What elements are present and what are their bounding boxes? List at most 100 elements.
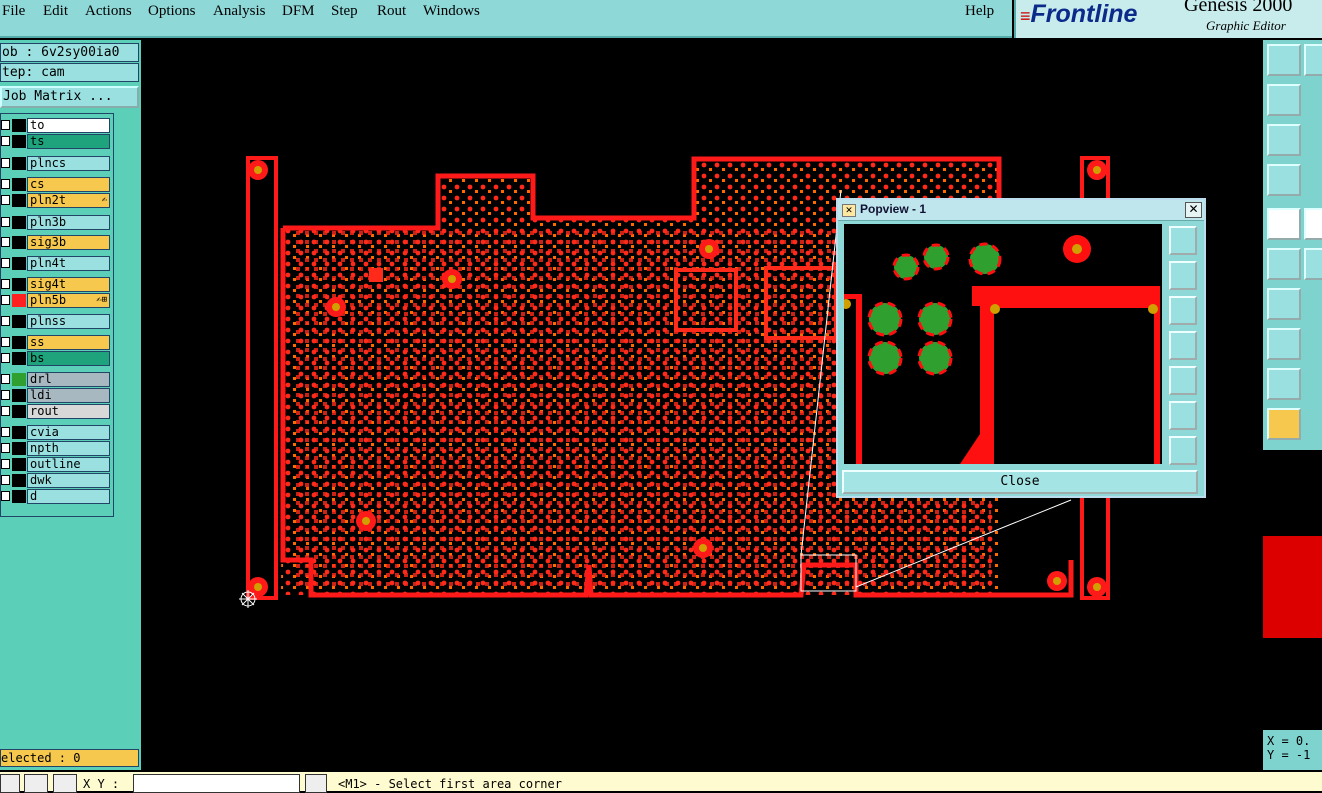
layer-checkbox[interactable]	[1, 406, 10, 416]
layer-name[interactable]: pln5b ✍⊞	[27, 293, 110, 308]
layer-row-plnss[interactable]: plnss	[1, 314, 113, 329]
menu-rout[interactable]: Rout	[377, 3, 406, 20]
layer-name[interactable]: cvia	[27, 425, 110, 440]
popview-canvas[interactable]	[844, 224, 1162, 464]
layer-color-swatch[interactable]	[12, 474, 26, 487]
layer-color-swatch[interactable]	[12, 135, 26, 148]
layer-checkbox[interactable]	[1, 195, 10, 205]
grid-toggle-icon[interactable]	[53, 774, 77, 793]
layer-row-ss[interactable]: ss	[1, 335, 113, 350]
layer-row-plncs[interactable]: plncs	[1, 156, 113, 171]
layer-name[interactable]: pln4t	[27, 256, 110, 271]
layer-checkbox[interactable]	[1, 279, 10, 289]
layer-name[interactable]: to	[27, 118, 110, 133]
layer-color-swatch[interactable]	[12, 157, 26, 170]
layer-color-swatch[interactable]	[12, 194, 26, 207]
xy-input[interactable]	[133, 774, 300, 793]
layer-row-outline[interactable]: outline	[1, 457, 113, 472]
layer-row-pln3b[interactable]: pln3b	[1, 215, 113, 230]
layer-row-dwk[interactable]: dwk	[1, 473, 113, 488]
menu-help[interactable]: Help	[965, 3, 994, 20]
layer-color-swatch[interactable]	[12, 389, 26, 402]
layer-name[interactable]: ts	[27, 134, 110, 149]
zoom-window-icon[interactable]	[1304, 44, 1322, 76]
layer-color-swatch[interactable]	[12, 278, 26, 291]
layer-row-d[interactable]: d	[1, 489, 113, 504]
layer-color-swatch[interactable]	[12, 257, 26, 270]
layer-color-swatch[interactable]	[12, 336, 26, 349]
layer-row-ts[interactable]: ts	[1, 134, 113, 149]
layer-checkbox[interactable]	[1, 443, 10, 453]
layer-checkbox[interactable]	[1, 491, 10, 501]
menu-analysis[interactable]: Analysis	[213, 3, 266, 20]
layer-color-swatch[interactable]	[12, 294, 26, 307]
menu-dfm[interactable]: DFM	[282, 3, 315, 20]
select-arrow-icon[interactable]	[1267, 208, 1301, 240]
menu-file[interactable]: File	[2, 3, 25, 20]
layer-row-pln2t[interactable]: pln2t ✍	[1, 193, 113, 208]
layer-row-cs[interactable]: cs	[1, 177, 113, 192]
zoom-home-icon[interactable]	[1267, 44, 1301, 76]
layer-name[interactable]: cs	[27, 177, 110, 192]
zoom-back-icon[interactable]	[1267, 84, 1301, 116]
menu-actions[interactable]: Actions	[85, 3, 132, 20]
layer-checkbox[interactable]	[1, 475, 10, 485]
layer-checkbox[interactable]	[1, 374, 10, 384]
layer-row-ldi[interactable]: ldi	[1, 388, 113, 403]
layer-color-swatch[interactable]	[12, 236, 26, 249]
layer-color-swatch[interactable]	[12, 178, 26, 191]
layer-name[interactable]: sig3b	[27, 235, 110, 250]
layer-row-sig3b[interactable]: sig3b	[1, 235, 113, 250]
layer-checkbox[interactable]	[1, 237, 10, 247]
layer-checkbox[interactable]	[1, 136, 10, 146]
menu-windows[interactable]: Windows	[423, 3, 480, 20]
layer-name[interactable]: ss	[27, 335, 110, 350]
layer-checkbox[interactable]	[1, 258, 10, 268]
layer-name[interactable]: plncs	[27, 156, 110, 171]
layer-checkbox[interactable]	[1, 316, 10, 326]
layer-checkbox[interactable]	[1, 353, 10, 363]
layer-row-cvia[interactable]: cvia	[1, 425, 113, 440]
angle-toggle-icon[interactable]	[24, 774, 48, 793]
layer-row-sig4t[interactable]: sig4t	[1, 277, 113, 292]
layer-checkbox[interactable]	[1, 459, 10, 469]
layer-color-swatch[interactable]	[12, 490, 26, 503]
pointer-tool-icon[interactable]	[1267, 408, 1301, 440]
layer-checkbox[interactable]	[1, 295, 10, 305]
popview-pan-right-icon[interactable]	[1169, 366, 1197, 395]
layer-name[interactable]: rout	[27, 404, 110, 419]
layer-color-swatch[interactable]	[12, 315, 26, 328]
layer-row-pln4t[interactable]: pln4t	[1, 256, 113, 271]
layer-checkbox[interactable]	[1, 120, 10, 130]
layer-checkbox[interactable]	[1, 427, 10, 437]
layer-checkbox[interactable]	[1, 390, 10, 400]
menu-edit[interactable]: Edit	[43, 3, 68, 20]
line-tool-icon[interactable]	[1304, 208, 1322, 240]
measure-tool-icon[interactable]	[1267, 164, 1301, 196]
layer-color-swatch[interactable]	[12, 216, 26, 229]
layer-name[interactable]: plnss	[27, 314, 110, 329]
connect-tool-icon[interactable]	[1267, 248, 1301, 280]
layer-checkbox[interactable]	[1, 158, 10, 168]
menu-step[interactable]: Step	[331, 3, 358, 20]
popview-pan-up-icon[interactable]	[1169, 261, 1197, 290]
layer-name[interactable]: ldi	[27, 388, 110, 403]
popview-menu-icon[interactable]: ✕	[842, 204, 856, 217]
popview-pan-left-icon[interactable]	[1169, 331, 1197, 360]
popview-pan-down-icon[interactable]	[1169, 296, 1197, 325]
layer-color-swatch[interactable]	[12, 458, 26, 471]
zoom-fit-icon[interactable]	[1267, 124, 1301, 156]
layer-name[interactable]: sig4t	[27, 277, 110, 292]
layer-color-swatch[interactable]	[12, 426, 26, 439]
menu-options[interactable]: Options	[148, 3, 196, 20]
popview-zoom-icon[interactable]	[1169, 226, 1197, 255]
layer-color-swatch[interactable]	[12, 352, 26, 365]
layer-name[interactable]: d	[27, 489, 110, 504]
snap-toggle-icon[interactable]	[0, 774, 20, 793]
job-matrix-button[interactable]: Job Matrix ...	[0, 86, 139, 108]
layer-checkbox[interactable]	[1, 337, 10, 347]
layer-checkbox[interactable]	[1, 217, 10, 227]
delete-tool-icon[interactable]	[1304, 248, 1322, 280]
layer-name[interactable]: pln2t ✍	[27, 193, 110, 208]
angle-tool-icon[interactable]	[1267, 368, 1301, 400]
